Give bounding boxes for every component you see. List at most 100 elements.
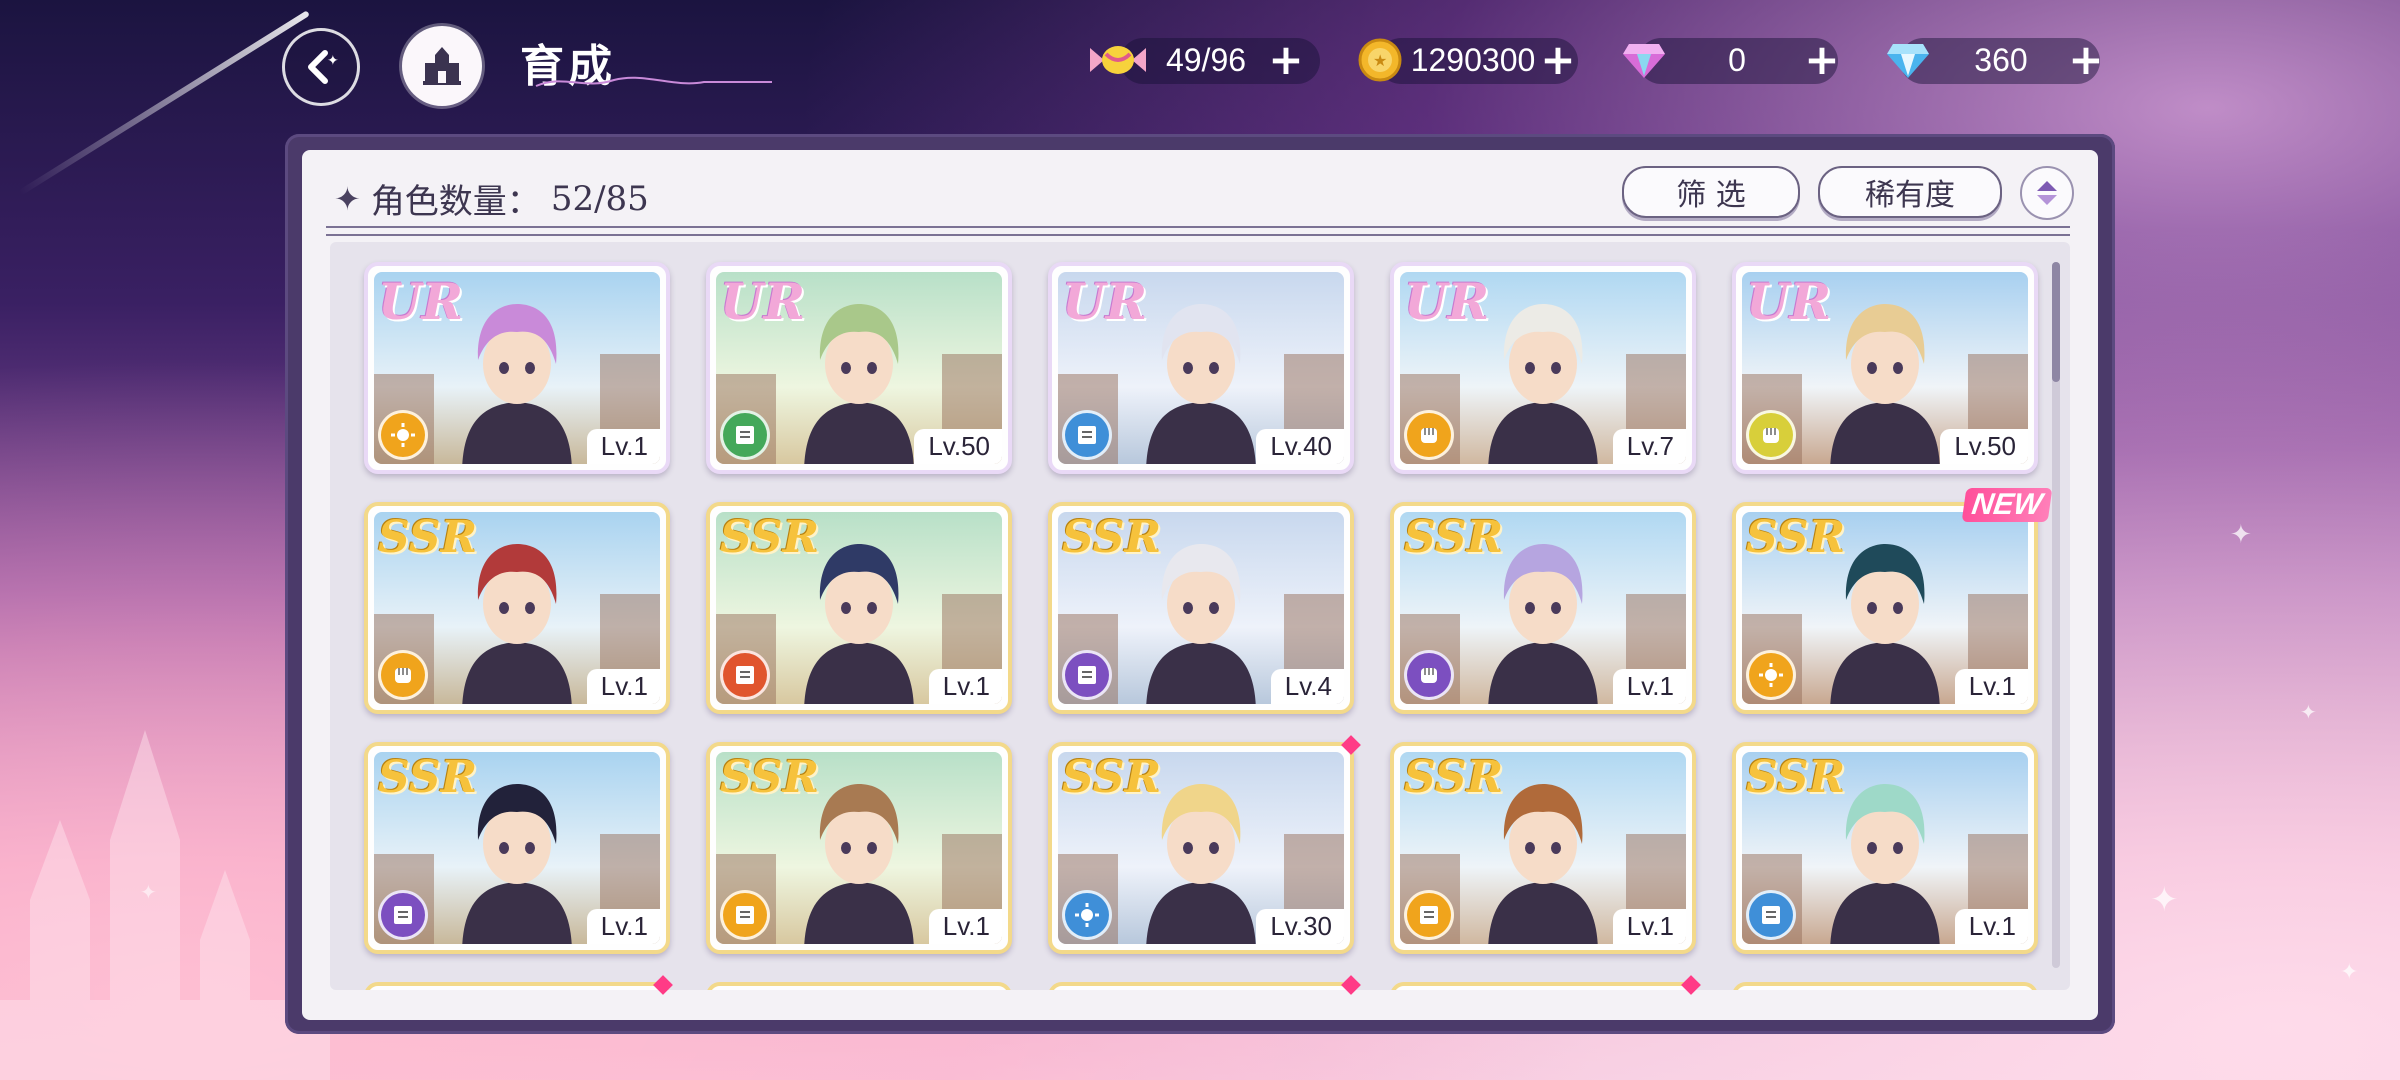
castle-silhouette (0, 730, 330, 1080)
gold-add-button[interactable]: + (1538, 39, 1578, 81)
blue-gem-icon (1880, 32, 1936, 88)
level-label: Lv.1 (1954, 909, 2028, 944)
character-card[interactable]: SSR Lv.1 (1390, 502, 1696, 714)
book-type-icon (1062, 410, 1112, 460)
candy-value: 49/96 (1165, 41, 1247, 78)
book-type-icon (720, 650, 770, 700)
book-type-icon (1404, 890, 1454, 940)
character-card[interactable]: SSR Lv.4 (1048, 502, 1354, 714)
rarity-badge: SSR (720, 512, 820, 563)
pink-gem-counter: 0 + (1616, 34, 1842, 86)
rarity-badge: UR (1404, 272, 1490, 331)
rarity-badge: UR (1746, 272, 1832, 331)
sparkle-icon: ✦ (2300, 700, 2317, 724)
level-label: Lv.1 (1612, 669, 1686, 704)
sparkle-icon: ✦ (2340, 960, 2359, 985)
rarity-badge: SSR (720, 752, 820, 803)
level-label: Lv.1 (928, 909, 1002, 944)
new-badge: NEW (1961, 488, 2053, 522)
character-card[interactable]: UR Lv.1 (364, 262, 670, 474)
level-label: Lv.30 (1256, 909, 1344, 944)
top-bar: ✦ 育成 49/96 + ★ 1290300 + 0 + 360 + (0, 0, 2400, 120)
character-card[interactable]: SSR Lv.1 (1732, 502, 2038, 714)
blue-gem-value: 360 (1974, 41, 2028, 78)
level-label: Lv.1 (928, 669, 1002, 704)
rarity-badge: SSR (378, 512, 478, 563)
level-label: Lv.50 (914, 429, 1002, 464)
character-card[interactable] (364, 982, 670, 990)
character-card[interactable] (1732, 982, 2038, 990)
pink-gem-add-button[interactable]: + (1802, 39, 1842, 81)
character-card[interactable]: SSR Lv.1 (706, 742, 1012, 954)
fist-type-icon (378, 650, 428, 700)
back-button[interactable]: ✦ (282, 28, 360, 106)
title-flourish-decoration (535, 76, 772, 87)
character-card[interactable]: UR Lv.40 (1048, 262, 1354, 474)
sun-type-icon (1062, 890, 1112, 940)
pink-gem-icon (1616, 32, 1672, 88)
level-label: Lv.1 (586, 429, 660, 464)
gold-counter: ★ 1290300 + (1352, 34, 1578, 86)
home-button[interactable] (402, 26, 482, 106)
level-label: Lv.7 (1612, 429, 1686, 464)
scrollbar-thumb[interactable] (2052, 262, 2060, 382)
candy-counter: 49/96 + (1090, 34, 1306, 86)
gold-value: 1290300 (1410, 41, 1536, 78)
level-label: Lv.1 (1612, 909, 1686, 944)
pink-gem-value: 0 (1728, 41, 1746, 78)
rarity-badge: UR (720, 272, 806, 331)
character-card[interactable] (706, 982, 1012, 990)
sun-type-icon (1746, 650, 1796, 700)
blue-gem-add-button[interactable]: + (2066, 39, 2106, 81)
character-card[interactable]: SSR Lv.1 (1732, 742, 2038, 954)
filter-button[interactable]: 筛 选 (1622, 166, 1800, 218)
character-card[interactable]: UR Lv.7 (1390, 262, 1696, 474)
level-label: Lv.4 (1270, 669, 1344, 704)
character-card[interactable] (1048, 982, 1354, 990)
character-card[interactable]: SSR Lv.1 (1390, 742, 1696, 954)
level-label: Lv.1 (586, 909, 660, 944)
rarity-sort-button[interactable]: 稀有度 (1818, 166, 2002, 218)
svg-text:★: ★ (1373, 51, 1387, 70)
back-arrow-icon: ✦ (308, 50, 339, 84)
header-divider (326, 226, 2070, 236)
fist-type-icon (1746, 410, 1796, 460)
level-label: Lv.1 (1954, 669, 2028, 704)
rarity-badge: UR (378, 272, 464, 331)
book-type-icon (378, 890, 428, 940)
rarity-badge: SSR (1062, 752, 1162, 803)
character-card[interactable] (1390, 982, 1696, 990)
blue-gem-counter: 360 + (1880, 34, 2106, 86)
rarity-badge: SSR (1404, 512, 1504, 563)
candy-icon (1090, 32, 1146, 88)
sort-down-arrow-icon (2037, 195, 2057, 205)
fist-type-icon (1404, 650, 1454, 700)
level-label: Lv.40 (1256, 429, 1344, 464)
book-type-icon (1746, 890, 1796, 940)
character-card[interactable]: SSR Lv.30 (1048, 742, 1354, 954)
character-count: ✦ 角色数量： 52/85 (334, 174, 649, 223)
sun-type-icon (378, 410, 428, 460)
svg-text:✦: ✦ (327, 53, 339, 69)
sort-up-arrow-icon (2037, 181, 2057, 191)
candy-add-button[interactable]: + (1266, 39, 1306, 81)
sparkle-icon: ✦ (2150, 880, 2179, 920)
grid-scrollbar[interactable] (2052, 262, 2060, 968)
character-card[interactable]: SSR Lv.1 (364, 742, 670, 954)
rarity-badge: SSR (1746, 512, 1846, 563)
character-card[interactable]: UR Lv.50 (706, 262, 1012, 474)
character-card[interactable]: SSR Lv.1 (364, 502, 670, 714)
level-label: Lv.1 (586, 669, 660, 704)
gold-coin-icon: ★ (1352, 32, 1408, 88)
character-card[interactable]: UR Lv.50 (1732, 262, 2038, 474)
book-type-icon (720, 410, 770, 460)
character-count-value: 52/85 (550, 178, 649, 219)
fist-type-icon (1404, 410, 1454, 460)
rarity-badge: SSR (1746, 752, 1846, 803)
character-card[interactable]: SSR Lv.1 (706, 502, 1012, 714)
sort-order-toggle[interactable] (2020, 166, 2074, 220)
sparkle-icon: ✦ (2230, 520, 2252, 550)
rarity-badge: SSR (378, 752, 478, 803)
rarity-badge: SSR (1404, 752, 1504, 803)
book-type-icon (1062, 650, 1112, 700)
